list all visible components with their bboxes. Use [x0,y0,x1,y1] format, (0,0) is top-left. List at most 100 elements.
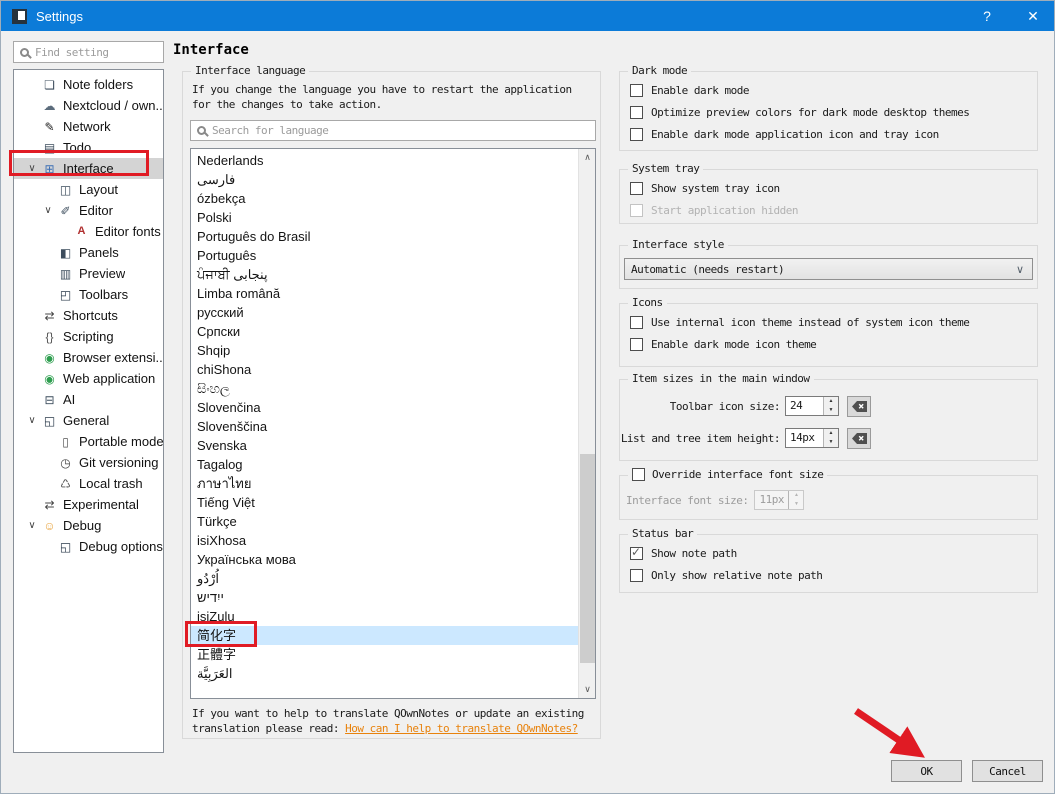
group-label: Interface style [628,238,728,251]
scrollbar[interactable]: ∧ ∨ [578,149,595,698]
language-search-input[interactable] [206,124,595,137]
language-option-t-rk-e[interactable]: Türkçe [191,512,595,531]
sidebar-item-portable-mode[interactable]: ▯Portable mode [14,431,163,452]
expander-icon[interactable]: ∨ [42,205,54,216]
language-option-portugu-s-do-brasil[interactable]: Português do Brasil [191,227,595,246]
sidebar-item-toolbars[interactable]: ◰Toolbars [14,284,163,305]
toolbar-icon-size-spinner[interactable]: 24 ▲▼ [785,396,839,416]
sidebar-item-label: Editor fonts ... [95,224,163,239]
override-font-group: Override interface font size Interface f… [619,475,1038,520]
language-option-item[interactable]: 正體字 [191,645,595,664]
language-option-item[interactable]: العَرَبِيَّة [191,664,595,683]
translate-help-link[interactable]: How can I help to translate QOwnNotes? [345,722,578,735]
language-option-item[interactable]: ייִדיש [191,588,595,607]
list-tree-item-height-spinner[interactable]: 14px ▲▼ [785,428,839,448]
window-icon: ◱ [58,541,73,553]
language-option-item[interactable]: Українська мова [191,550,595,569]
interface-style-value: Automatic (needs restart) [625,263,784,276]
checkbox[interactable] [630,338,643,351]
spin-down-icon[interactable]: ▼ [824,438,838,447]
language-option-zbek-a[interactable]: ózbekça [191,189,595,208]
sidebar-item-editor[interactable]: ∨✐Editor [14,200,163,221]
sidebar-item-general[interactable]: ∨◱General [14,410,163,431]
app-icon [12,9,27,24]
sidebar-item-note-folders[interactable]: ❏Note folders [14,74,163,95]
language-option-item[interactable]: ਪੰਜਾਬੀ پنجابی [191,265,595,284]
close-icon[interactable]: ✕ [1010,1,1055,31]
expander-icon[interactable]: ∨ [26,520,38,531]
checkbox[interactable] [630,128,643,141]
sidebar-item-debug-options[interactable]: ◱Debug options [14,536,163,557]
sidebar-item-label: Shortcuts [63,308,118,323]
sidebar-item-label: Network [63,119,111,134]
scroll-up-icon[interactable]: ∧ [579,149,596,166]
sidebar-item-web-application[interactable]: ◉Web application [14,368,163,389]
language-option-item[interactable]: فارسی [191,170,595,189]
checkbox[interactable] [630,316,643,329]
language-option-item[interactable]: Српски [191,322,595,341]
find-setting-search[interactable] [13,41,164,63]
checkbox[interactable] [630,569,643,582]
spin-up-icon[interactable]: ▲ [824,429,838,438]
sidebar-item-scripting[interactable]: {}Scripting [14,326,163,347]
sidebar-item-experimental[interactable]: ⇄Experimental [14,494,163,515]
reset-list-tree-item-height-button[interactable] [847,428,871,449]
sidebar-item-network[interactable]: ✎Network [14,116,163,137]
sidebar-item-git-versioning[interactable]: ◷Git versioning [14,452,163,473]
sidebar-item-editor-fonts[interactable]: AEditor fonts ... [14,221,163,242]
language-search[interactable] [190,120,596,141]
language-option-sloven-ina[interactable]: Slovenčina [191,398,595,417]
help-button[interactable]: ? [964,1,1010,31]
ok-button[interactable]: OK [891,760,962,782]
language-option-item[interactable]: русский [191,303,595,322]
sidebar-item-local-trash[interactable]: ♺Local trash [14,473,163,494]
language-option-chishona[interactable]: chiShona [191,360,595,379]
language-option-limba-rom-n[interactable]: Limba română [191,284,595,303]
expander-icon[interactable]: ∨ [26,415,38,426]
checkbox [630,204,643,217]
find-setting-input[interactable] [29,46,163,59]
scroll-down-icon[interactable]: ∨ [579,681,596,698]
toolbar-icon-size-value: 24 [786,397,823,415]
override-font-label: Override interface font size [652,468,823,481]
checkbox[interactable]: ✓ [630,547,643,560]
language-option-item[interactable]: සිංහල [191,379,595,398]
database-icon: ⊟ [42,394,57,406]
sidebar-item-preview[interactable]: ▥Preview [14,263,163,284]
language-option-tagalog[interactable]: Tagalog [191,455,595,474]
scrollbar-thumb[interactable] [580,454,595,663]
checkbox[interactable] [630,182,643,195]
override-font-checkbox[interactable] [632,468,645,481]
sidebar-item-label: Panels [79,245,119,260]
checkbox-label: Use internal icon theme instead of syste… [651,316,969,329]
language-option-isixhosa[interactable]: isiXhosa [191,531,595,550]
language-option-ti-ng-vi-t[interactable]: Tiếng Việt [191,493,595,512]
sidebar-item-ai[interactable]: ⊟AI [14,389,163,410]
list-tree-item-height-label: List and tree item height: [620,432,780,445]
spin-up-icon[interactable]: ▲ [824,397,838,406]
language-option-item[interactable]: اُرْدُو [191,569,595,588]
interface-style-select[interactable]: Automatic (needs restart) ∨ [624,258,1033,280]
reset-toolbar-icon-size-button[interactable] [847,396,871,417]
language-option-nederlands[interactable]: Nederlands [191,151,595,170]
editor-icon: ✐ [58,205,73,217]
language-option-polski[interactable]: Polski [191,208,595,227]
sidebar-item-debug[interactable]: ∨☺Debug [14,515,163,536]
sidebar-item-layout[interactable]: ◫Layout [14,179,163,200]
sidebar-item-nextcloud-own[interactable]: ☁Nextcloud / own... [14,95,163,116]
sidebar-item-shortcuts[interactable]: ⇄Shortcuts [14,305,163,326]
sidebar-item-panels[interactable]: ◧Panels [14,242,163,263]
language-option-shqip[interactable]: Shqip [191,341,595,360]
language-option-svenska[interactable]: Svenska [191,436,595,455]
checkbox[interactable] [630,106,643,119]
checkbox-label: Enable dark mode icon theme [651,338,816,351]
language-option-sloven-ina[interactable]: Slovenščina [191,417,595,436]
language-option-item[interactable]: ภาษาไทย [191,474,595,493]
cancel-button[interactable]: Cancel [972,760,1043,782]
sidebar-item-browser-extensi[interactable]: ◉Browser extensi... [14,347,163,368]
system-tray-group: System tray Show system tray iconStart a… [619,169,1038,224]
braces-icon: {} [42,331,57,343]
spin-down-icon[interactable]: ▼ [824,406,838,415]
checkbox[interactable] [630,84,643,97]
language-option-portugu-s[interactable]: Português [191,246,595,265]
